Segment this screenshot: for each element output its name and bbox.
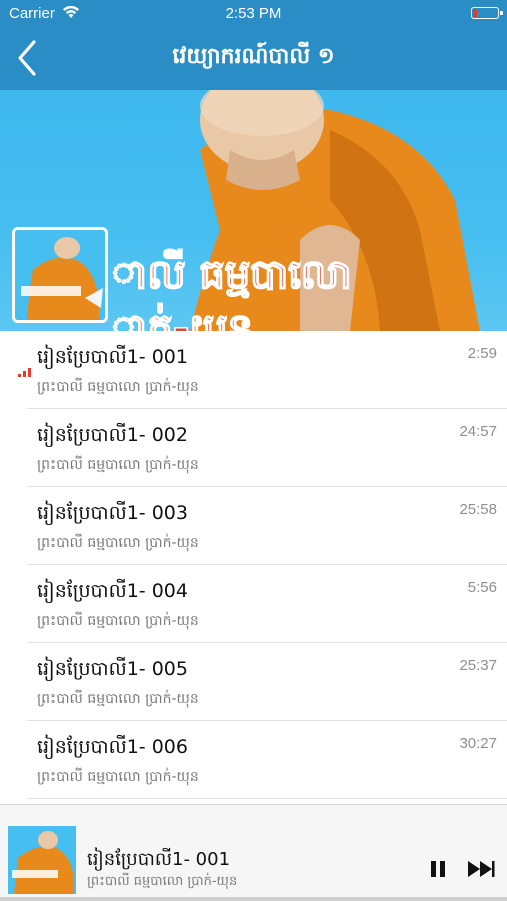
page-title: វេយ្យាករណ៍បាលី ១ [172,44,335,69]
playing-indicator-icon [18,368,32,377]
track-title: រៀនប្រែបាលី1- 004 [37,580,188,602]
now-playing-bar[interactable]: រៀនប្រែបាលី1- 001 ព្រះបាលី ធម្មបាលោ ប្រា… [0,804,507,901]
track-duration: 5:56 [467,579,497,596]
track-title: រៀនប្រែបាលី1- 001 [37,346,188,368]
track-row[interactable]: រៀនប្រែបាលី1- 004 ព្រះបាលី ធម្មបាលោ ប្រាក… [27,565,507,643]
track-duration: 25:37 [459,657,497,674]
track-duration: 30:27 [459,735,497,752]
track-row[interactable]: រៀនប្រែបាលី1- 006 ព្រះបាលី ធម្មបាលោ ប្រាក… [27,721,507,799]
pause-icon [431,861,445,877]
track-subtitle: ព្រះបាលី ធម្មបាលោ ប្រាក់-យុន [37,535,199,551]
track-duration: 25:58 [459,501,497,518]
pause-button[interactable] [428,859,448,879]
navigation-bar: វេយ្យាករណ៍បាលី ១ [0,26,507,90]
track-list: រៀនប្រែបាលី1- 001 ព្រះបាលី ធម្មបាលោ ប្រាក… [0,331,507,799]
track-subtitle: ព្រះបាលី ធម្មបាលោ ប្រាក់-យុន [37,691,199,707]
banner-text-line1: ាលី ធម្មបាលោ [112,249,352,298]
track-title: រៀនប្រែបាលី1- 003 [37,502,188,524]
now-playing-thumbnail [8,826,76,894]
album-hero-image: ាលី ធម្មបាលោ ាក់-យុន [0,90,507,331]
track-subtitle: ព្រះបាលី ធម្មបាលោ ប្រាក់-យុន [37,613,199,629]
now-playing-subtitle: ព្រះបាលី ធម្មបាលោ ប្រាក់-យុន [87,874,238,889]
album-thumbnail [12,227,108,323]
track-title: រៀនប្រែបាលី1- 006 [37,736,188,758]
track-row[interactable]: រៀនប្រែបាលី1- 003 ព្រះបាលី ធម្មបាលោ ប្រាក… [27,487,507,565]
track-title: រៀនប្រែបាលី1- 005 [37,658,188,680]
fast-forward-icon [468,861,495,877]
track-subtitle: ព្រះបាលី ធម្មបាលោ ប្រាក់-យុន [37,379,199,395]
bottom-divider [0,897,507,901]
fast-forward-button[interactable] [466,859,496,879]
track-row[interactable]: រៀនប្រែបាលី1- 002 ព្រះបាលី ធម្មបាលោ ប្រាក… [27,409,507,487]
track-duration: 24:57 [459,423,497,440]
track-row[interactable]: រៀនប្រែបាលី1- 001 ព្រះបាលី ធម្មបាលោ ប្រាក… [18,331,507,409]
battery-low-icon [471,7,503,19]
track-title: រៀនប្រែបាលី1- 002 [37,424,188,446]
banner-text-line2: ាក់-យុន [112,303,253,331]
track-duration: 2:59 [467,345,497,362]
back-button[interactable] [12,36,48,80]
chevron-left-icon [18,40,36,76]
track-subtitle: ព្រះបាលី ធម្មបាលោ ប្រាក់-យុន [37,457,199,473]
status-bar: Carrier 2:53 PM [0,0,507,26]
status-time: 2:53 PM [225,5,282,22]
now-playing-title: រៀនប្រែបាលី1- 001 [87,849,231,870]
track-row[interactable]: រៀនប្រែបាលី1- 005 ព្រះបាលី ធម្មបាលោ ប្រាក… [27,643,507,721]
track-subtitle: ព្រះបាលី ធម្មបាលោ ប្រាក់-យុន [37,769,199,785]
